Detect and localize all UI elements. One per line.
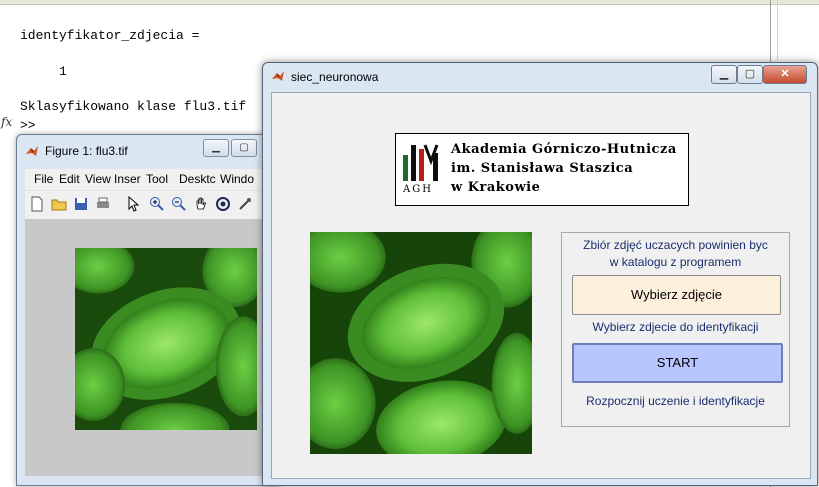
matlab-logo-icon bbox=[272, 71, 284, 81]
menu-tools[interactable]: Tool bbox=[146, 172, 168, 186]
figure-1-title: Figure 1: flu3.tif bbox=[45, 144, 128, 158]
menu-insert[interactable]: Inser bbox=[114, 172, 141, 186]
info-text-line1: Zbiór zdjęć uczacych powinien byc bbox=[583, 238, 768, 252]
menu-desktop[interactable]: Desktc bbox=[179, 172, 216, 186]
zoom-in-icon[interactable] bbox=[149, 196, 165, 212]
close-button[interactable]: ✕ bbox=[763, 65, 807, 84]
menu-view[interactable]: View bbox=[85, 172, 111, 186]
siec-neuronowa-window[interactable]: siec_neuronowa ▁ ▢ ✕ AGH Akademia Górnic… bbox=[262, 62, 818, 486]
flu-virus-image bbox=[310, 232, 532, 454]
start-button[interactable]: START bbox=[572, 343, 783, 383]
menu-file[interactable]: File bbox=[34, 172, 53, 186]
agh-emblem-icon bbox=[403, 144, 439, 181]
flu-virus-image bbox=[75, 248, 257, 430]
figure-toolbar bbox=[25, 191, 279, 220]
rotate-3d-icon[interactable] bbox=[215, 196, 231, 212]
info-text-line2: w katalogu z programem bbox=[609, 255, 742, 269]
agh-logo-line3: w Krakowie bbox=[451, 180, 541, 195]
zoom-out-icon[interactable] bbox=[171, 196, 187, 212]
panel-divider-secondary bbox=[777, 0, 778, 60]
maximize-button[interactable]: ▢ bbox=[737, 65, 763, 84]
pick-image-button[interactable]: Wybierz zdjęcie bbox=[572, 275, 781, 315]
menu-window[interactable]: Windo bbox=[220, 172, 254, 186]
open-folder-icon[interactable] bbox=[51, 196, 67, 212]
menu-edit[interactable]: Edit bbox=[59, 172, 80, 186]
start-hint: Rozpocznij uczenie i identyfikacje bbox=[586, 394, 765, 408]
minimize-button[interactable]: ▁ bbox=[711, 65, 737, 84]
agh-abbreviation: AGH bbox=[403, 184, 433, 195]
pointer-icon[interactable] bbox=[125, 196, 141, 212]
figure-axes-area[interactable] bbox=[25, 220, 279, 476]
save-icon[interactable] bbox=[73, 196, 89, 212]
command-window-top-border bbox=[0, 0, 819, 5]
figure-menubar: File Edit View Inser Tool Desktc Windo bbox=[25, 169, 279, 190]
output-line-classified: Sklasyfikowano klase flu3.tif bbox=[20, 99, 247, 114]
agh-logo-line2: im. Stanisława Staszica bbox=[451, 161, 634, 176]
nn-window-title: siec_neuronowa bbox=[291, 70, 379, 84]
minimize-button[interactable]: ▁ bbox=[203, 139, 229, 157]
pick-image-hint: Wybierz zdjecie do identyfikacji bbox=[592, 320, 759, 334]
new-file-icon[interactable] bbox=[29, 196, 45, 212]
agh-logo: AGH Akademia Górniczo-Hutnicza im. Stani… bbox=[395, 133, 689, 206]
print-icon[interactable] bbox=[95, 196, 111, 212]
command-prompt[interactable]: >> bbox=[20, 118, 36, 133]
pan-hand-icon[interactable] bbox=[193, 196, 209, 212]
output-line-value: 1 bbox=[20, 64, 67, 79]
fx-icon[interactable]: fx bbox=[1, 115, 12, 129]
data-cursor-icon[interactable] bbox=[237, 196, 253, 212]
maximize-button[interactable]: ▢ bbox=[231, 139, 257, 157]
agh-logo-line1: Akademia Górniczo-Hutnicza bbox=[451, 142, 677, 157]
figure-1-window[interactable]: Figure 1: flu3.tif ▁ ▢ File Edit View In… bbox=[16, 134, 280, 486]
matlab-logo-icon bbox=[26, 146, 38, 156]
output-line-variable: identyfikator_zdjecia = bbox=[20, 28, 200, 43]
control-panel: Zbiór zdjęć uczacych powinien byc w kata… bbox=[561, 232, 790, 427]
nn-window-client-area: AGH Akademia Górniczo-Hutnicza im. Stani… bbox=[271, 92, 811, 479]
